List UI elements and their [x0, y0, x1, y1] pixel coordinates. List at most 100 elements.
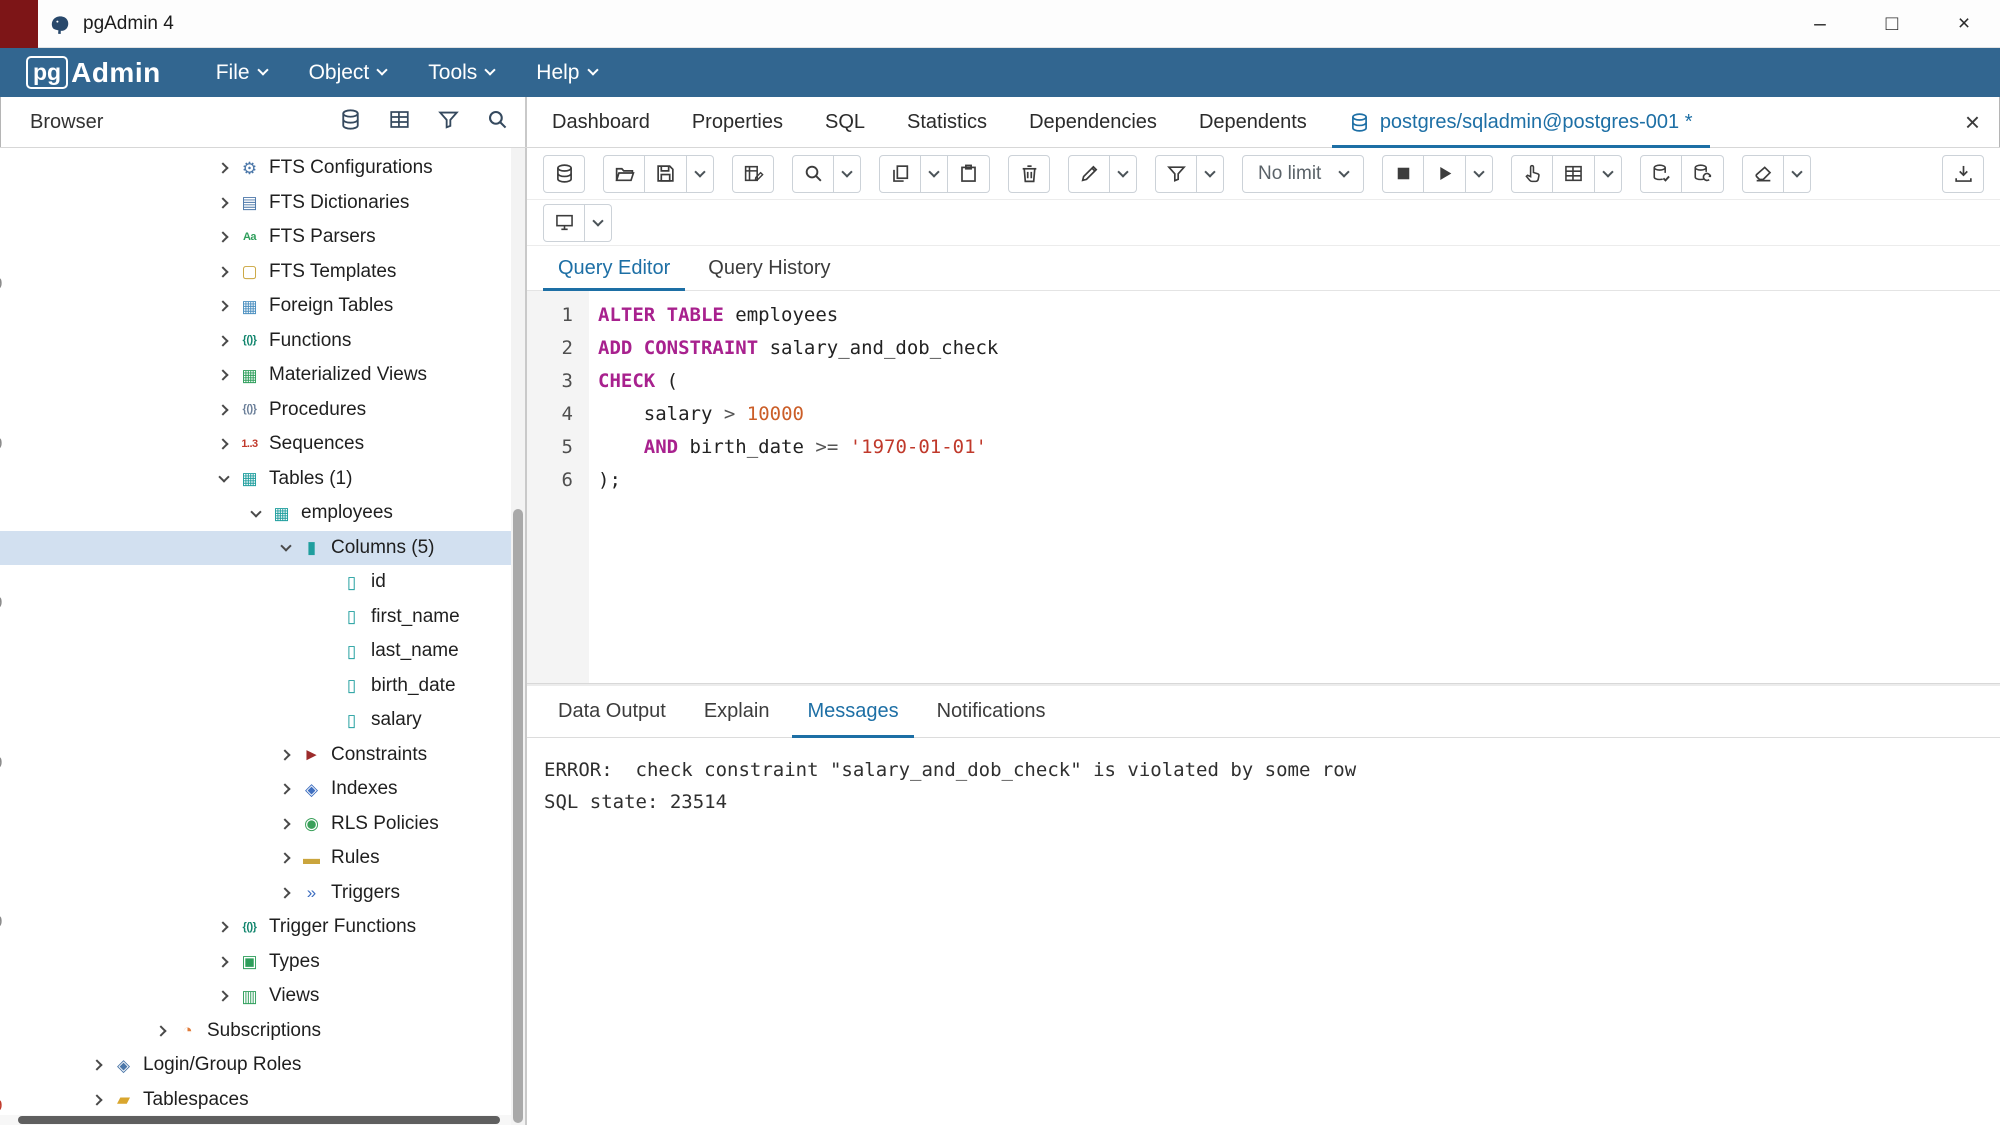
object-grid-button[interactable]: [388, 108, 411, 136]
tree-item-sequences[interactable]: 1..3Sequences: [0, 427, 511, 462]
tab-dashboard[interactable]: Dashboard: [531, 97, 671, 147]
tab-query-history[interactable]: Query History: [691, 246, 847, 290]
chevron-down-icon[interactable]: [212, 476, 236, 481]
tree-item-salary[interactable]: ▯salary: [0, 703, 511, 738]
tab-notifications[interactable]: Notifications: [920, 686, 1063, 737]
tree-item-fts-templates[interactable]: ▢FTS Templates: [0, 255, 511, 290]
chevron-right-icon[interactable]: [212, 233, 236, 241]
tree-item-fts-configurations[interactable]: ⚙FTS Configurations: [0, 151, 511, 186]
tree-item-tablespaces[interactable]: ▰Tablespaces: [0, 1083, 511, 1118]
sql-editor[interactable]: 1ALTER TABLE employees2ADD CONSTRAINT sa…: [527, 291, 2000, 683]
tree-item-tables-1[interactable]: ▦Tables (1): [0, 462, 511, 497]
tab-sql[interactable]: SQL: [804, 97, 886, 147]
delete-row-button[interactable]: [1008, 155, 1050, 193]
chevron-down-icon[interactable]: [274, 545, 298, 550]
chevron-right-icon[interactable]: [212, 302, 236, 310]
paste-button[interactable]: [948, 155, 990, 193]
save-file-button[interactable]: [645, 155, 687, 193]
chevron-right-icon[interactable]: [212, 992, 236, 1000]
tree-item-views[interactable]: ▥Views: [0, 979, 511, 1014]
find-dropdown-button[interactable]: [834, 155, 861, 193]
execute-query-button[interactable]: [1424, 155, 1466, 193]
execute-query-dropdown-button[interactable]: [1466, 155, 1493, 193]
chevron-right-icon[interactable]: [86, 1061, 110, 1069]
tab-dependents[interactable]: Dependents: [1178, 97, 1328, 147]
commit-button[interactable]: [1640, 155, 1682, 193]
tree-item-columns-5[interactable]: ▮Columns (5): [0, 531, 511, 566]
filter-button[interactable]: [1155, 155, 1197, 193]
tree-item-triggers[interactable]: »Triggers: [0, 876, 511, 911]
tree-item-trigger-functions[interactable]: {()}Trigger Functions: [0, 910, 511, 945]
chevron-right-icon[interactable]: [212, 268, 236, 276]
copy-dropdown-button[interactable]: [921, 155, 948, 193]
filter-dropdown-button[interactable]: [1197, 155, 1224, 193]
server-activity-button[interactable]: [339, 108, 362, 136]
chevron-right-icon[interactable]: [212, 164, 236, 172]
chevron-right-icon[interactable]: [212, 406, 236, 414]
edit-button[interactable]: [1068, 155, 1110, 193]
vertical-scrollbar-thumb[interactable]: [513, 509, 523, 1123]
tree-item-rules[interactable]: ▬Rules: [0, 841, 511, 876]
tab-dependencies[interactable]: Dependencies: [1008, 97, 1178, 147]
chevron-right-icon[interactable]: [150, 1027, 174, 1035]
tab-explain[interactable]: Explain: [687, 686, 787, 737]
tab-messages[interactable]: Messages: [790, 686, 915, 737]
tree-item-fts-dictionaries[interactable]: ▤FTS Dictionaries: [0, 186, 511, 221]
row-limit-select[interactable]: No limit: [1242, 155, 1364, 193]
tree-item-subscriptions[interactable]: ◔Subscriptions: [0, 1014, 511, 1049]
clear-dropdown-button[interactable]: [1784, 155, 1811, 193]
tab-properties[interactable]: Properties: [671, 97, 804, 147]
chevron-right-icon[interactable]: [212, 440, 236, 448]
chevron-right-icon[interactable]: [274, 751, 298, 759]
tree-item-fts-parsers[interactable]: AaFTS Parsers: [0, 220, 511, 255]
copy-button[interactable]: [879, 155, 921, 193]
search-objects-button[interactable]: [486, 108, 509, 136]
find-button[interactable]: [792, 155, 834, 193]
minimize-button[interactable]: –: [1784, 0, 1856, 47]
chevron-right-icon[interactable]: [212, 923, 236, 931]
clear-button[interactable]: [1742, 155, 1784, 193]
chevron-right-icon[interactable]: [86, 1096, 110, 1104]
view-results-button[interactable]: [1553, 155, 1595, 193]
edit-grid-button[interactable]: [732, 155, 774, 193]
tab-query-editor[interactable]: Query Editor: [541, 246, 687, 290]
tree-item-first-name[interactable]: ▯first_name: [0, 600, 511, 635]
menu-object[interactable]: Object: [288, 48, 408, 97]
tree-item-id[interactable]: ▯id: [0, 565, 511, 600]
tab-data-output[interactable]: Data Output: [541, 686, 683, 737]
download-results-button[interactable]: [1942, 155, 1984, 193]
chevron-right-icon[interactable]: [212, 371, 236, 379]
chevron-down-icon[interactable]: [244, 511, 268, 516]
open-file-button[interactable]: [603, 155, 645, 193]
tree-item-indexes[interactable]: ◈Indexes: [0, 772, 511, 807]
horizontal-scrollbar-thumb[interactable]: [18, 1116, 500, 1124]
tree-item-login-group-roles[interactable]: ◈Login/Group Roles: [0, 1048, 511, 1083]
tree-item-birth-date[interactable]: ▯birth_date: [0, 669, 511, 704]
menu-help[interactable]: Help: [515, 48, 617, 97]
tree-item-materialized-views[interactable]: ▦Materialized Views: [0, 358, 511, 393]
maximize-button[interactable]: □: [1856, 0, 1928, 47]
chevron-right-icon[interactable]: [212, 337, 236, 345]
tree-item-foreign-tables[interactable]: ▦Foreign Tables: [0, 289, 511, 324]
menu-tools[interactable]: Tools: [407, 48, 515, 97]
tree-item-constraints[interactable]: ►Constraints: [0, 738, 511, 773]
tab-postgres-sqladmin-postgres-001[interactable]: postgres/sqladmin@postgres-001 *: [1328, 97, 1714, 147]
menu-file[interactable]: File: [195, 48, 288, 97]
chevron-right-icon[interactable]: [274, 785, 298, 793]
chevron-right-icon[interactable]: [212, 958, 236, 966]
cancel-query-button[interactable]: [1382, 155, 1424, 193]
tree-item-rls-policies[interactable]: ◉RLS Policies: [0, 807, 511, 842]
filter-tree-button[interactable]: [437, 108, 460, 136]
tree-item-employees[interactable]: ▦employees: [0, 496, 511, 531]
pointer-tool-button[interactable]: [1511, 155, 1553, 193]
tree-vertical-scrollbar[interactable]: [511, 148, 525, 1125]
chevron-right-icon[interactable]: [212, 199, 236, 207]
view-results-dropdown-button[interactable]: [1595, 155, 1622, 193]
chevron-right-icon[interactable]: [274, 889, 298, 897]
tree-horizontal-scrollbar[interactable]: [0, 1115, 511, 1125]
macros-dropdown-button[interactable]: [585, 204, 612, 242]
tree-item-types[interactable]: ▣Types: [0, 945, 511, 980]
tree-item-procedures[interactable]: {()}Procedures: [0, 393, 511, 428]
tree-item-last-name[interactable]: ▯last_name: [0, 634, 511, 669]
tree-item-functions[interactable]: {()}Functions: [0, 324, 511, 359]
